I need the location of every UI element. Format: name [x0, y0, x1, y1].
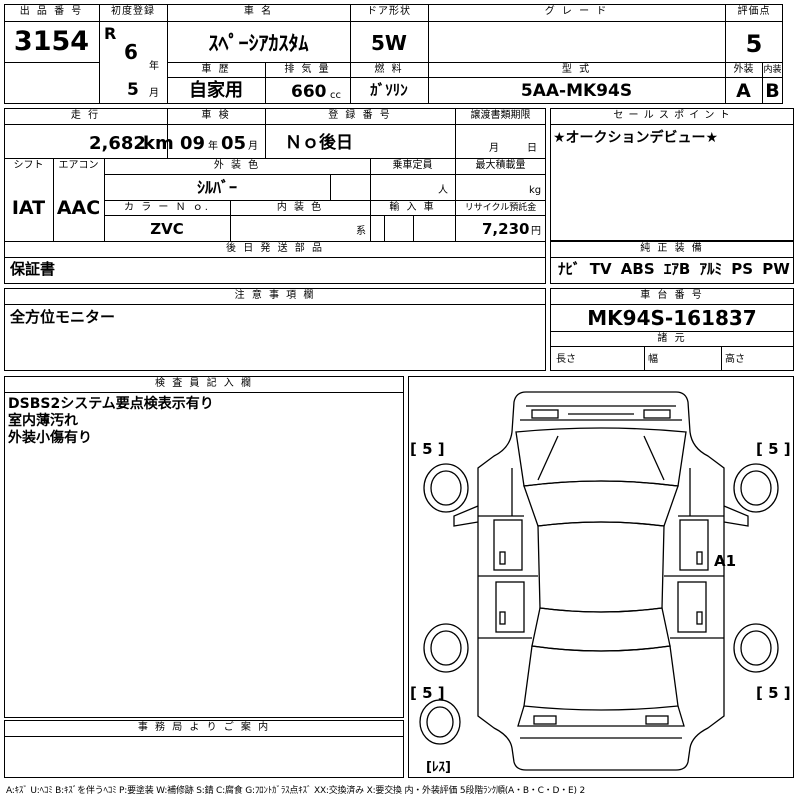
lot-number-label: 出 品 番 号	[19, 6, 84, 17]
tire-score-rear-left: [ 5 ]	[410, 684, 445, 702]
color-number-value: ZVC	[150, 220, 184, 238]
damage-legend: A:ｷｽﾞ U:ﾍｺﾐ B:ｷｽﾞを伴うﾍｺﾐ P:要塗装 W:補修跡 S:錆 …	[6, 786, 585, 796]
notes-value: 全方位モニター	[10, 308, 116, 326]
chassis-value: MK94S-161837	[587, 306, 757, 330]
score-label: 評価点	[737, 6, 771, 17]
inspection-month-unit: 月	[248, 141, 258, 152]
max-load-label: 最大積載量	[475, 160, 526, 171]
exterior-color-value: ｼﾙﾊﾞｰ	[196, 178, 237, 197]
history-label: 車 歴	[201, 64, 231, 75]
aircon-label: エアコン	[58, 160, 99, 171]
color-suffix-unit: 系	[356, 226, 366, 237]
specs-label: 諸 元	[657, 333, 687, 344]
roof	[537, 521, 665, 613]
era-letter: R	[104, 24, 117, 43]
car-diagram: [ 5 ] [ 5 ] [ 5 ] [ 5 ] A1 [ﾚｽ]	[410, 391, 791, 775]
year-unit: 年	[149, 61, 159, 72]
model-value: 5AA-MK94S	[520, 81, 633, 101]
fuel-label: 燃 料	[374, 64, 404, 75]
transfer-day-unit: 日	[527, 143, 537, 154]
aircon-value: AAC	[56, 197, 101, 219]
interior-label: 内装	[763, 65, 782, 75]
first-registration-year: 6	[124, 40, 138, 64]
windshield	[523, 480, 679, 527]
door-type-label: ドア形状	[367, 6, 411, 17]
shift-label: シフト	[13, 160, 44, 171]
tire-score-front-right: [ 5 ]	[756, 440, 791, 458]
score-value: 5	[745, 30, 763, 58]
inspection-year: 09	[180, 133, 206, 154]
recycle-value: 7,230	[482, 220, 530, 238]
spare-tire-label: [ﾚｽ]	[426, 760, 451, 775]
plate-value: Ｎｏ後日	[285, 133, 353, 153]
notes-label: 注 意 事 項 欄	[234, 290, 316, 301]
history-value: 自家用	[189, 80, 243, 101]
car-body-outline	[477, 391, 725, 771]
km-unit: km	[143, 133, 174, 154]
plate-label: 登 録 番 号	[328, 110, 392, 121]
sales-point-section	[550, 108, 794, 241]
inspector-line-2: 室内薄汚れ	[8, 413, 78, 429]
displacement-label: 排 気 量	[284, 64, 331, 75]
later-parts-label: 後 日 発 送 部 品	[226, 243, 324, 254]
car-name: ｽﾍﾟｰｼｱｶｽﾀﾑ	[208, 31, 309, 55]
genuine-equipment-label: 純 正 装 備	[640, 243, 704, 254]
interior-color-label: 内 装 色	[276, 202, 324, 213]
exterior-color-label: 外 装 色	[213, 160, 261, 171]
later-parts-value: 保証書	[10, 260, 56, 278]
tire-score-front-left: [ 5 ]	[410, 440, 445, 458]
grade-label: グ レ ー ド	[544, 6, 609, 17]
height-label: 高さ	[725, 354, 745, 365]
inspection-label: 車 検	[201, 110, 231, 121]
exterior-label: 外装	[733, 64, 754, 75]
exterior-grade: A	[736, 80, 751, 102]
kg-unit: kg	[529, 185, 542, 196]
lot-number: 3154	[13, 26, 90, 57]
chassis-label: 車 台 番 号	[640, 290, 704, 301]
sales-point-value: ★オークションデビュー★	[553, 130, 719, 146]
genuine-equipment-value: ﾅﾋﾞ TV ABS ｴｱB ｱﾙﾐ PS PW	[558, 260, 790, 278]
mileage-value: 2,682	[89, 133, 146, 154]
shift-value: IAT	[11, 197, 46, 219]
month-unit: 月	[149, 88, 159, 99]
first-registration-month: 5	[127, 80, 139, 100]
cc-unit: cc	[330, 90, 341, 101]
transfer-deadline-label: 譲渡書類期限	[470, 110, 531, 121]
persons-unit: 人	[438, 185, 448, 196]
car-name-label: 車 名	[243, 6, 274, 17]
tire-score-rear-right: [ 5 ]	[756, 684, 791, 702]
interior-grade: B	[765, 80, 780, 102]
sales-point-label: セ ー ル ス ポ イ ン ト	[613, 110, 731, 121]
transfer-month-unit: 月	[489, 143, 499, 154]
inspection-month: 05	[221, 133, 247, 154]
length-label: 長さ	[556, 354, 576, 365]
inspector-label: 検 査 員 記 入 欄	[155, 378, 253, 389]
hood	[515, 427, 687, 487]
fuel-value: ｶﾞｿﾘﾝ	[370, 81, 408, 99]
first-registration-label: 初度登録	[111, 6, 155, 17]
inspector-line-1: DSBS2システム要点検表示有り	[8, 396, 214, 412]
damage-mark-a1: A1	[714, 552, 736, 570]
door-type: 5W	[371, 31, 407, 55]
color-number-label: カ ラ ー Ｎ ｏ.	[124, 202, 210, 213]
capacity-label: 乗車定員	[392, 160, 433, 171]
inspector-line-3: 外装小傷有り	[8, 430, 92, 446]
yen-unit: 円	[531, 226, 541, 237]
displacement-value: 660	[291, 82, 327, 102]
mileage-label: 走 行	[70, 110, 101, 121]
recycle-label: リサイクル預託金	[464, 203, 537, 213]
office-label: 事 務 局 よ り ご 案 内	[137, 722, 271, 733]
inspection-year-unit: 年	[208, 141, 218, 152]
import-label: 輸 入 車	[389, 202, 436, 213]
model-label: 型 式	[561, 64, 592, 75]
width-label: 幅	[648, 354, 658, 365]
